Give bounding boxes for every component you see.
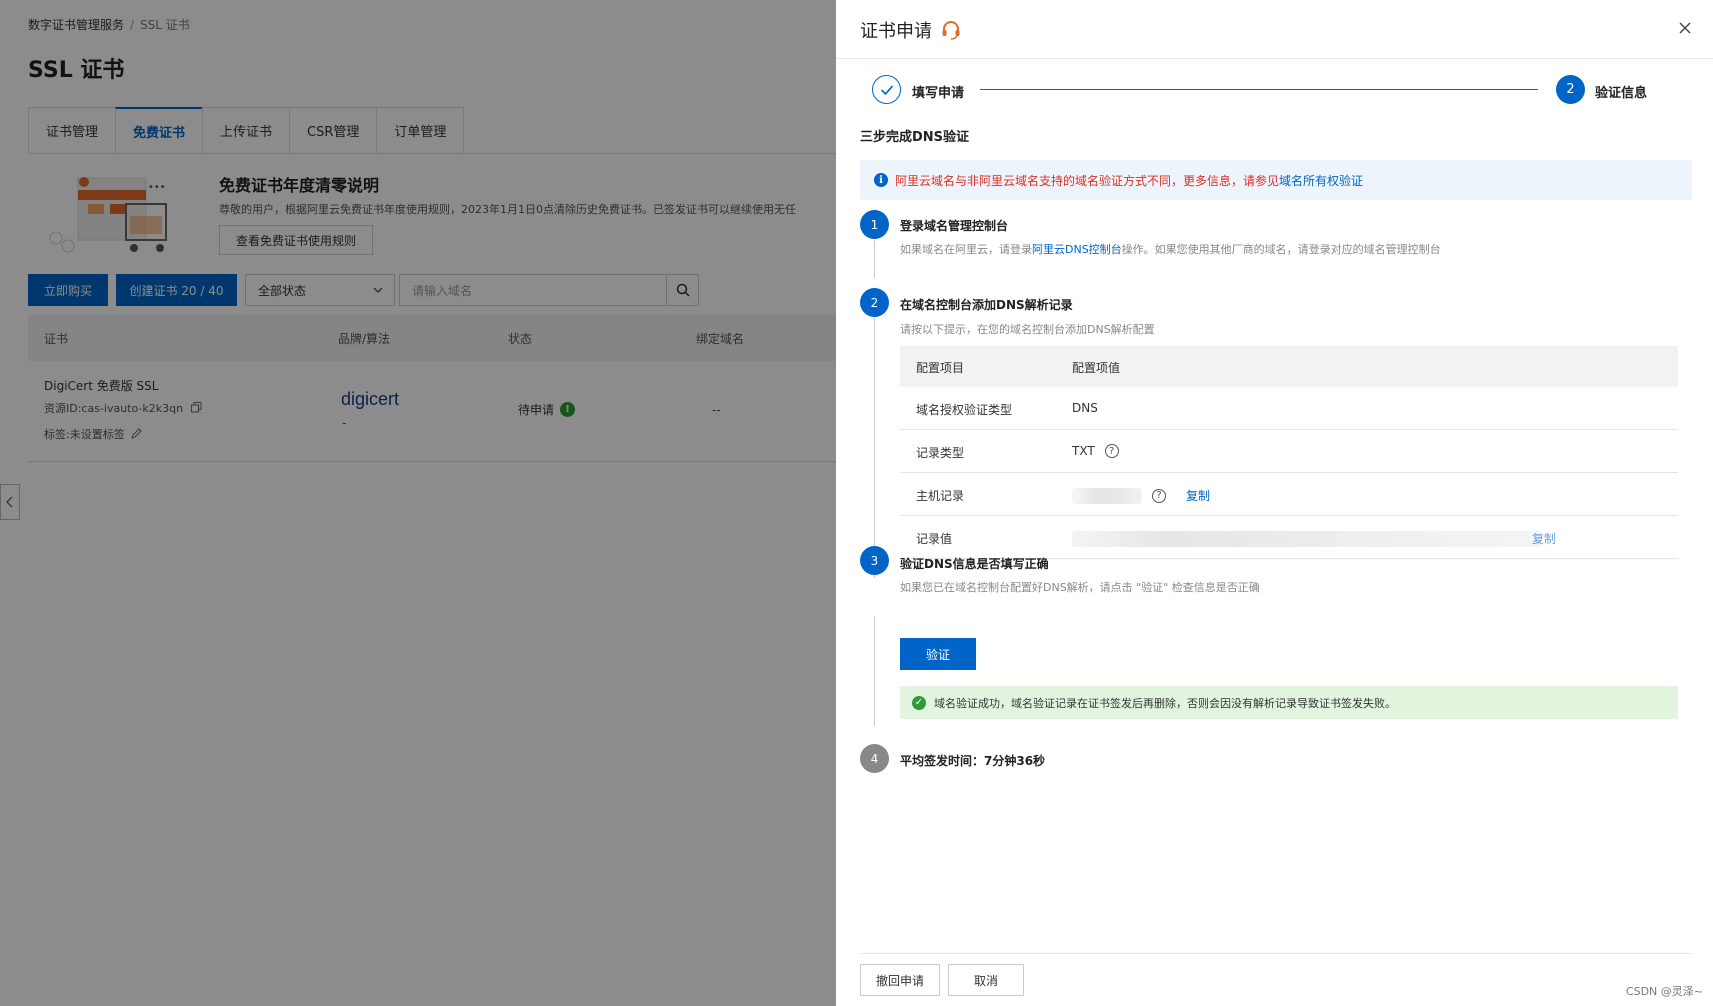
config-value-host-record: ? 复制 <box>1072 487 1210 504</box>
step-1-label: 填写申请 <box>912 86 965 101</box>
drawer-title: 证书申请 <box>860 17 962 43</box>
config-value-verify-type: DNS <box>1072 401 1098 415</box>
step-4-number: 4 <box>860 744 889 773</box>
info-alert-text: 阿里云域名与非阿里云域名支持的域名验证方式不同，更多信息，请参见 <box>895 173 1280 188</box>
col-config-value: 配置项值 <box>1072 361 1121 375</box>
help-icon[interactable]: ? <box>1152 488 1166 503</box>
step-1-desc: 如果域名在阿里云，请登录阿里云DNS控制台操作。如果您使用其他厂商的域名，请登录… <box>900 241 1441 257</box>
step-3-title: 验证DNS信息是否填写正确 <box>900 557 1049 571</box>
section-title: 三步完成DNS验证 <box>860 130 970 145</box>
headset-support-icon[interactable] <box>940 19 962 41</box>
step-2-indicator: 2 <box>1556 75 1585 104</box>
step-2-title: 在域名控制台添加DNS解析记录 <box>900 298 1073 312</box>
step-1-indicator <box>872 75 901 104</box>
copy-record-value-button[interactable]: 复制 <box>1532 530 1556 547</box>
close-button[interactable] <box>1675 18 1695 38</box>
drawer-title-text: 证书申请 <box>860 21 932 42</box>
verify-type-value: DNS <box>1072 401 1098 415</box>
config-label-host-record: 主机记录 <box>916 489 965 503</box>
record-type-value: TXT <box>1072 444 1095 458</box>
checkmark-icon <box>880 84 893 95</box>
step-3-desc: 如果您已在域名控制台配置好DNS解析，请点击 "验证" 检查信息是否正确 <box>900 581 1260 594</box>
config-label-record-type: 记录类型 <box>916 446 965 460</box>
dns-config-header: 配置项目 配置项值 <box>900 346 1678 387</box>
step-2-desc: 请按以下提示，在您的域名控制台添加DNS解析配置 <box>900 323 1155 336</box>
record-value-redacted <box>1072 530 1542 547</box>
step-connector-3 <box>874 616 875 726</box>
table-row: 记录值 复制 <box>900 516 1678 559</box>
cancel-button[interactable]: 取消 <box>948 964 1024 996</box>
success-alert-text: 域名验证成功，域名验证记录在证书签发后再删除，否则会因没有解析记录导致证书签发失… <box>934 696 1396 710</box>
col-config-item: 配置项目 <box>916 361 965 375</box>
help-icon[interactable]: ? <box>1104 444 1119 458</box>
domain-ownership-link[interactable]: 域名所有权验证 <box>1279 172 1363 189</box>
step-1-desc-before: 如果域名在阿里云，请登录 <box>900 243 1032 256</box>
cert-apply-drawer: 证书申请 填写申请 2 验证信息 三步完成DNS验证 i 阿里云域名与非阿里云域… <box>836 0 1713 1006</box>
step-3-number: 3 <box>860 546 889 575</box>
config-value-record-value: 复制 <box>1072 530 1556 547</box>
modal-overlay[interactable] <box>0 0 836 1006</box>
config-label-verify-type: 域名授权验证类型 <box>916 403 1013 417</box>
watermark: CSDN @灵泽~ <box>1625 985 1703 998</box>
step-1-number: 1 <box>860 210 889 239</box>
aliyun-dns-console-link[interactable]: 阿里云DNS控制台 <box>1032 243 1122 256</box>
drawer-header-divider <box>836 58 1713 59</box>
step-2-label: 验证信息 <box>1595 86 1648 101</box>
verify-button[interactable]: 验证 <box>900 638 976 670</box>
host-record-value-redacted <box>1072 487 1142 504</box>
step-1-desc-after: 操作。如果您使用其他厂商的域名，请登录对应的域名管理控制台 <box>1121 243 1441 256</box>
info-alert: i 阿里云域名与非阿里云域名支持的域名验证方式不同，更多信息，请参见 域名所有权验… <box>860 160 1692 200</box>
dns-config-table: 配置项目 配置项值 域名授权验证类型 DNS 记录类型 TXT ? 主机记录 ?… <box>900 346 1678 559</box>
step-connector <box>980 89 1538 90</box>
close-icon <box>1679 22 1691 34</box>
step-2-number: 2 <box>860 288 889 317</box>
success-alert: ✓ 域名验证成功，域名验证记录在证书签发后再删除，否则会因没有解析记录导致证书签… <box>900 686 1678 719</box>
table-row: 域名授权验证类型 DNS <box>900 387 1678 430</box>
footer-divider <box>860 953 1692 954</box>
check-circle-icon: ✓ <box>912 695 926 710</box>
table-row: 记录类型 TXT ? <box>900 430 1678 473</box>
copy-host-record-button[interactable]: 复制 <box>1186 487 1210 504</box>
config-value-record-type: TXT ? <box>1072 444 1119 458</box>
revoke-application-button[interactable]: 撤回申请 <box>860 964 940 996</box>
step-1-title: 登录域名管理控制台 <box>900 219 1009 233</box>
table-row: 主机记录 ? 复制 <box>900 473 1678 516</box>
config-label-record-value: 记录值 <box>916 532 953 546</box>
step-4-title: 平均签发时间：7分钟36秒 <box>900 754 1046 768</box>
info-icon: i <box>874 173 888 187</box>
step-connector-2 <box>874 318 875 578</box>
step-connector-1 <box>874 240 875 278</box>
